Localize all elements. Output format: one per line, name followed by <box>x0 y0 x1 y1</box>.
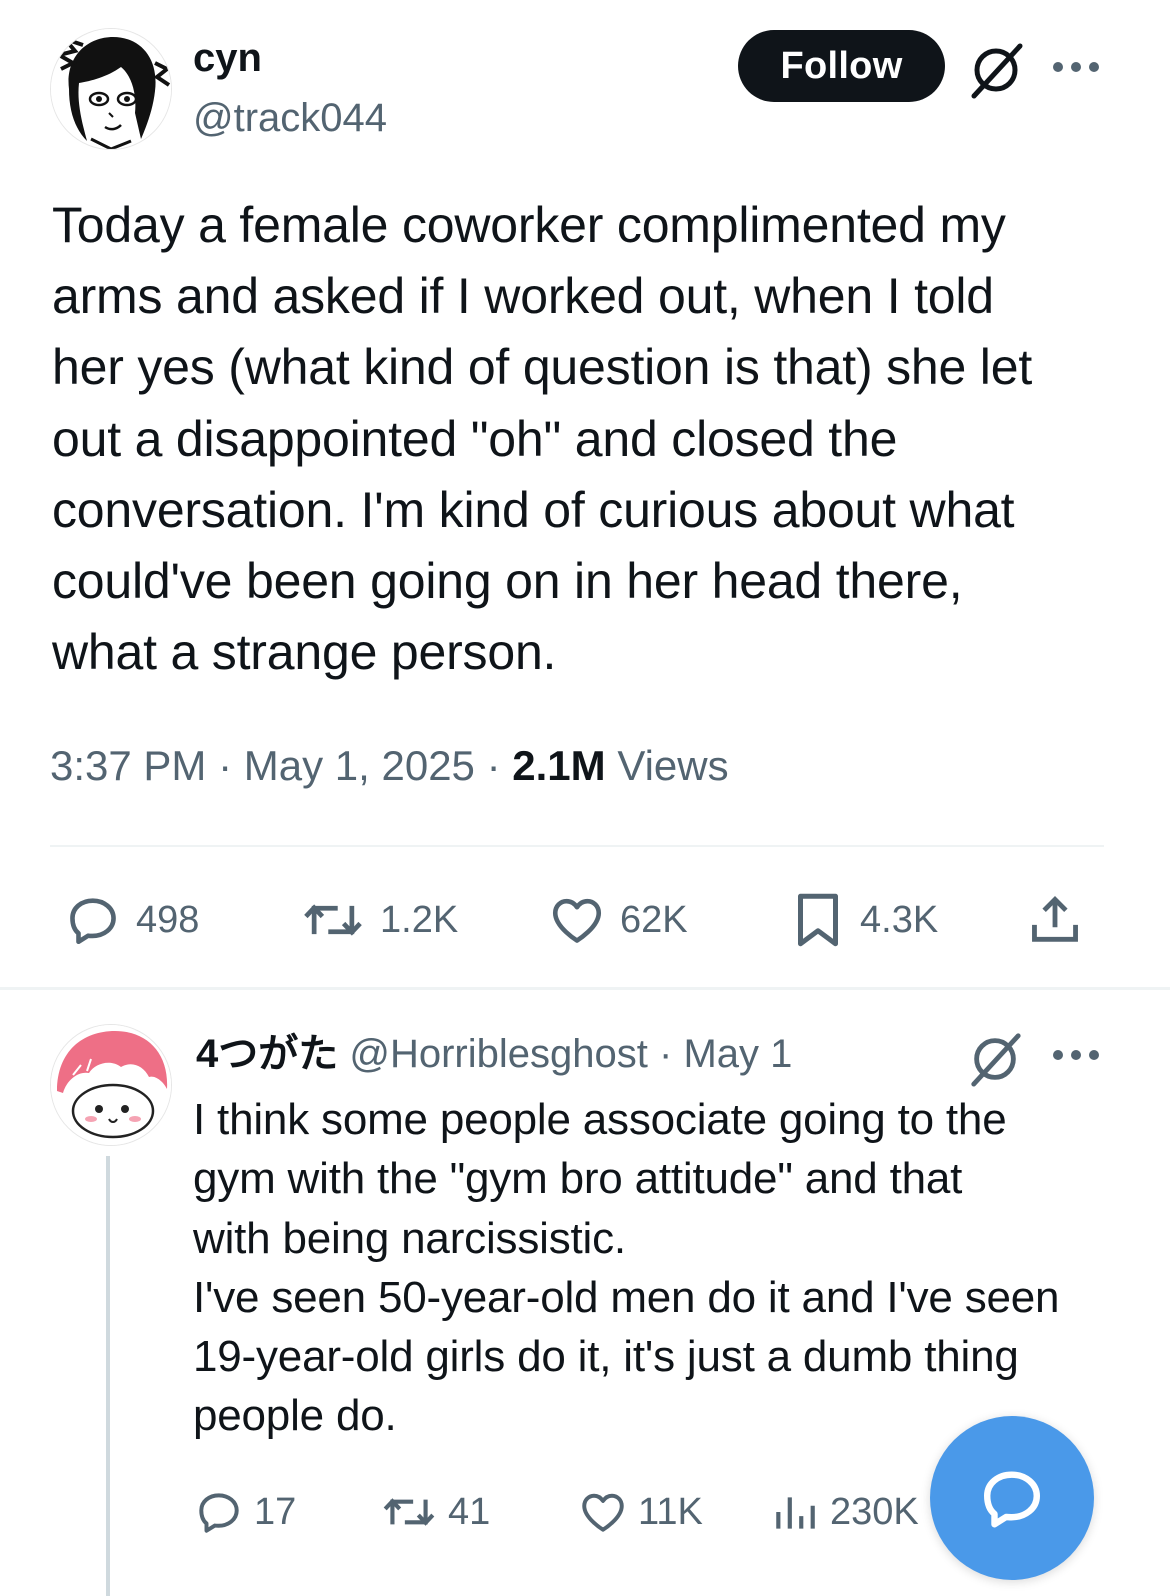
share-icon <box>1032 896 1078 942</box>
views-label: Views <box>617 742 729 789</box>
reply-count: 498 <box>136 898 200 941</box>
reply-like-button[interactable]: 11K <box>578 1482 703 1542</box>
compose-reply-button[interactable] <box>930 1416 1094 1580</box>
reply-views-count: 230K <box>830 1490 919 1533</box>
like-button[interactable]: 62K <box>548 888 688 952</box>
meta-separator: · <box>486 742 501 789</box>
pink-haired-chibi-avatar-icon <box>51 1025 171 1145</box>
tweet-date[interactable]: May 1, 2025 <box>244 742 475 789</box>
reply-repost-count: 41 <box>448 1490 491 1533</box>
reply-like-count: 11K <box>638 1490 703 1533</box>
tweet-meta: 3:37 PM · May 1, 2025 · 2.1M Views <box>50 738 729 794</box>
bookmark-icon <box>798 893 838 947</box>
repost-icon <box>383 1498 435 1526</box>
author-display-name[interactable]: cyn <box>193 34 262 82</box>
divider <box>50 845 1104 847</box>
bookmark-button[interactable]: 4.3K <box>790 888 938 952</box>
reply-author-handle[interactable]: @Horriblesghost <box>349 1032 648 1076</box>
more-options-icon[interactable] <box>1050 1042 1102 1068</box>
tweet-time[interactable]: 3:37 PM <box>50 742 206 789</box>
reply-icon <box>199 1493 239 1533</box>
reply-views-button[interactable]: 230K <box>770 1482 919 1542</box>
tweet-text: Today a female coworker complimented my … <box>52 197 1033 681</box>
reply-text: I think some people associate going to t… <box>193 1095 1060 1441</box>
reply-reply-button[interactable]: 17 <box>194 1482 296 1542</box>
repost-button[interactable]: 1.2K <box>300 888 458 952</box>
views-count: 2.1M <box>512 742 606 789</box>
bookmark-count: 4.3K <box>860 898 939 941</box>
grok-icon[interactable] <box>966 1030 1024 1088</box>
views-icon <box>776 1497 815 1529</box>
like-icon <box>552 898 602 943</box>
share-button[interactable] <box>1026 888 1084 952</box>
reply-author-display-name[interactable]: 4つがた <box>196 1032 338 1076</box>
meta-separator: · <box>218 742 233 789</box>
thread-line <box>106 1156 110 1596</box>
repost-icon <box>304 904 362 936</box>
author-avatar[interactable] <box>50 28 172 150</box>
more-options-icon[interactable] <box>1050 54 1102 80</box>
manga-portrait-avatar-icon <box>51 29 171 149</box>
divider <box>0 987 1170 990</box>
reply-reply-count: 17 <box>254 1490 297 1533</box>
like-icon <box>582 1493 624 1532</box>
meta-separator: · <box>659 1032 673 1076</box>
follow-button[interactable]: Follow <box>738 30 945 102</box>
repost-count: 1.2K <box>380 898 459 941</box>
like-count: 62K <box>620 898 688 941</box>
grok-icon[interactable] <box>966 40 1026 100</box>
reply-button[interactable]: 498 <box>64 888 199 952</box>
reply-author-avatar[interactable] <box>50 1024 172 1146</box>
compose-reply-icon <box>984 1471 1040 1528</box>
reply-repost-button[interactable]: 41 <box>380 1482 490 1542</box>
reply-date[interactable]: May 1 <box>683 1032 792 1076</box>
author-handle[interactable]: @track044 <box>193 94 387 142</box>
reply-header: 4つがた @Horriblesghost · May 1 <box>196 1028 792 1080</box>
reply-icon <box>70 898 116 945</box>
